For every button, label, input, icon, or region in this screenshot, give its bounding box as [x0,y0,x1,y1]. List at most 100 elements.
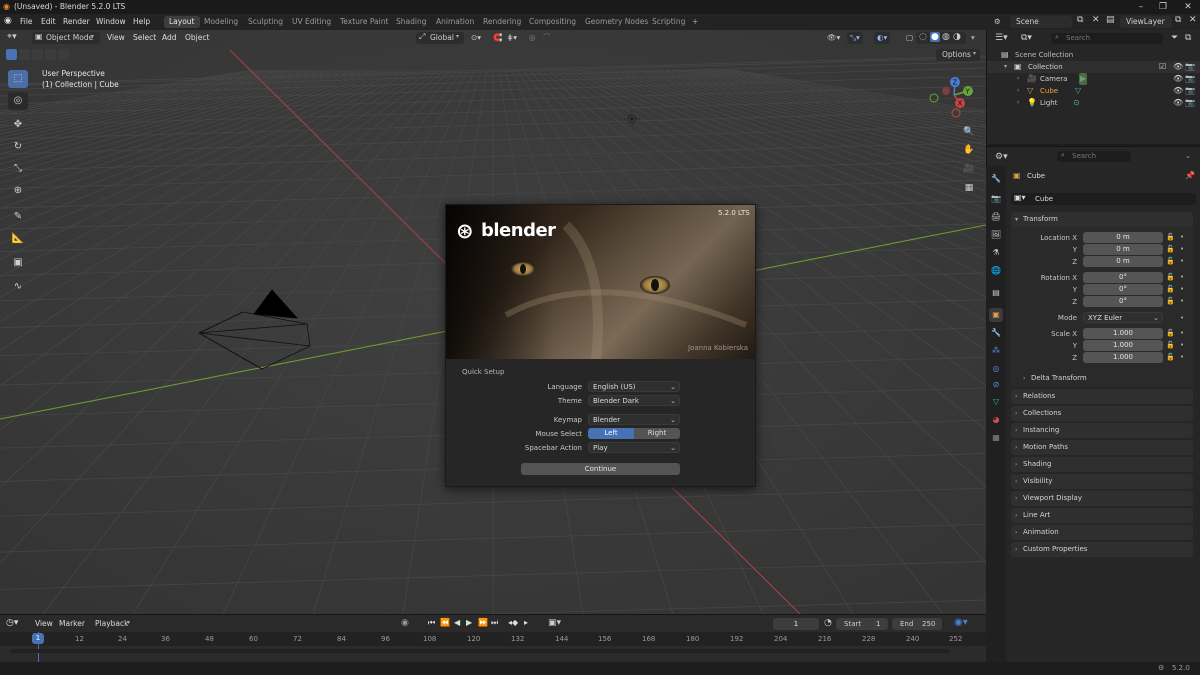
new-scene-icon[interactable]: ⧉ [1077,15,1083,25]
rotation-x-field[interactable]: 0° [1083,272,1163,283]
tab-scripting[interactable]: Scripting [647,16,690,28]
menu-edit[interactable]: Edit [41,17,56,26]
chevron-right-icon[interactable]: › [1017,97,1019,109]
options-button[interactable]: Options ▾ [936,49,980,61]
outliner-editor-type-icon[interactable]: ☰▾ [995,33,1008,43]
line-art-panel-header[interactable]: › Line Art [1011,508,1193,523]
preview-range-icon[interactable]: ◔ [824,618,832,628]
light-row[interactable]: › 💡 Light ⊙ 👁 📷 [987,97,1200,109]
eye-icon[interactable]: 👁 [1173,97,1183,109]
chevron-right-icon[interactable]: › [1017,73,1019,85]
scene-tab-icon[interactable]: ⚗ [989,246,1003,260]
pin-icon[interactable]: 📌 [1185,171,1195,180]
scale-tool[interactable]: ⤡ [8,160,28,178]
viewport-menu-object[interactable]: Object [182,32,212,44]
select-set-icon[interactable] [6,49,17,60]
tab-sculpting[interactable]: Sculpting [243,16,288,28]
collection-row[interactable]: ▾ ▣ Collection ☑ 👁 📷 [987,61,1200,73]
collection-tab-icon[interactable]: ▤ [989,286,1003,300]
object-name-field[interactable]: ▣▾ Cube [1011,193,1196,205]
tab-texture-paint[interactable]: Texture Paint [335,16,393,28]
render-camera-icon[interactable]: 📷 [1185,61,1195,73]
timeline-editor-type-icon[interactable]: ◷▾ [6,618,18,628]
lock-icon[interactable]: 🔓 [1166,257,1175,265]
xray-toggle-icon[interactable]: ▢ [903,32,916,44]
pan-hand-icon[interactable]: ✋ [961,142,977,158]
overlay-toggle-icon[interactable]: ◐▾ [874,32,891,44]
scene-collection-row[interactable]: ▤ Scene Collection [987,49,1200,61]
tab-modeling[interactable]: Modeling [199,16,243,28]
language-dropdown[interactable]: English (US) ⌄ [588,381,680,392]
cube-row[interactable]: › ▽ Cube ▽ 👁 📷 [987,85,1200,97]
menu-window[interactable]: Window [96,17,126,26]
viewlayer-selector[interactable]: ViewLayer [1120,16,1172,28]
shading-panel-header[interactable]: › Shading [1011,457,1193,472]
chevron-down-icon[interactable]: ▾ [1004,61,1007,73]
chevron-right-icon[interactable]: › [1017,85,1019,97]
proportional-edit-icon[interactable]: ◎ [526,32,539,44]
lock-icon[interactable]: 🔓 [1166,245,1175,253]
keyframe-dot-icon[interactable]: • [1180,245,1184,253]
keyframe-prev-icon[interactable]: ◂◆ [508,618,518,627]
eye-icon[interactable]: 👁 [1173,85,1183,97]
timeline-menu-playback[interactable]: Playback [92,618,131,630]
object-tab-icon[interactable]: ▣ [989,308,1003,322]
tab-layout[interactable]: Layout [164,16,200,28]
scale-x-field[interactable]: 1.000 [1083,328,1163,339]
start-frame-field[interactable]: Start 1 [836,618,888,630]
timeline-menu-view[interactable]: View [32,618,56,630]
new-collection-icon[interactable]: ⧉ [1185,33,1191,43]
jump-keyframe-back-icon[interactable]: ⏪ [440,618,450,627]
timeline-menu-marker[interactable]: Marker [56,618,88,630]
camera-view-icon[interactable]: 🎥 [961,161,977,177]
gizmo-toggle-icon[interactable]: ⤡▾ [847,32,863,44]
proportional-falloff-icon[interactable]: ⌒ [540,32,554,44]
tab-geometry-nodes[interactable]: Geometry Nodes [580,16,653,28]
viewport-display-panel-header[interactable]: › Viewport Display [1011,491,1193,506]
zoom-icon[interactable]: 🔍 [961,124,977,140]
select-subtract-icon[interactable] [32,49,43,60]
keyframe-dot-icon[interactable]: • [1180,314,1184,322]
delete-scene-icon[interactable]: ✕ [1092,15,1100,25]
menu-file[interactable]: File [20,17,33,26]
render-camera-icon[interactable]: 📷 [1185,97,1195,109]
render-tab-icon[interactable]: 📷 [989,192,1003,206]
lock-icon[interactable]: 🔓 [1166,329,1175,337]
keyframe-next-icon[interactable]: ▸ [524,618,528,627]
lock-icon[interactable]: 🔓 [1166,273,1175,281]
snap-target-icon[interactable]: ⋕▾ [504,32,520,44]
relations-panel-header[interactable]: › Relations [1011,389,1193,404]
selection-mode-group[interactable] [6,49,69,61]
material-tab-icon[interactable]: ◕ [989,413,1003,427]
view-layer-tab-icon[interactable]: 🖼 [989,228,1003,242]
viewport-menu-select[interactable]: Select [130,32,159,44]
measure-tool[interactable]: 📐 [8,230,28,248]
continue-button[interactable]: Continue [521,463,680,475]
particles-tab-icon[interactable]: ⁂ [989,344,1003,358]
eye-icon[interactable]: 👁 [1173,61,1183,73]
auto-keying-icon[interactable]: ◉ [401,618,409,628]
play-icon[interactable]: ▶ [466,618,472,627]
playhead-marker[interactable]: 1 [32,633,44,644]
keyframe-dot-icon[interactable]: • [1180,341,1184,349]
motion-paths-panel-header[interactable]: › Motion Paths [1011,440,1193,455]
keymap-dropdown[interactable]: Blender ⌄ [588,414,680,425]
lock-icon[interactable]: 🔓 [1166,297,1175,305]
keyframe-dot-icon[interactable]: • [1180,329,1184,337]
jump-keyframe-forward-icon[interactable]: ⏩ [478,618,488,627]
lock-icon[interactable]: 🔓 [1166,341,1175,349]
add-cube-tool[interactable]: ▣ [8,254,28,272]
curve-tool[interactable]: ∿ [8,278,28,296]
timeline-area[interactable]: 1 12 24 36 48 60 72 84 96 108 120 132 14… [0,632,986,662]
lock-icon[interactable]: 🔓 [1166,353,1175,361]
scale-z-field[interactable]: 1.000 [1083,352,1163,363]
orthographic-toggle-icon[interactable]: ▦ [961,180,977,196]
timeline-view-options-icon[interactable]: ◉▾ [954,617,968,628]
scale-y-field[interactable]: 1.000 [1083,340,1163,351]
annotate-tool[interactable]: ✎ [8,208,28,226]
transform-panel-header[interactable]: ▾ Transform [1011,212,1193,227]
properties-search-field[interactable]: ⌕ Search [1057,151,1131,162]
select-box-tool[interactable]: ⬚ [8,70,28,88]
collections-panel-header[interactable]: › Collections [1011,406,1193,421]
display-mode-icon[interactable]: ⧉▾ [1021,33,1032,43]
